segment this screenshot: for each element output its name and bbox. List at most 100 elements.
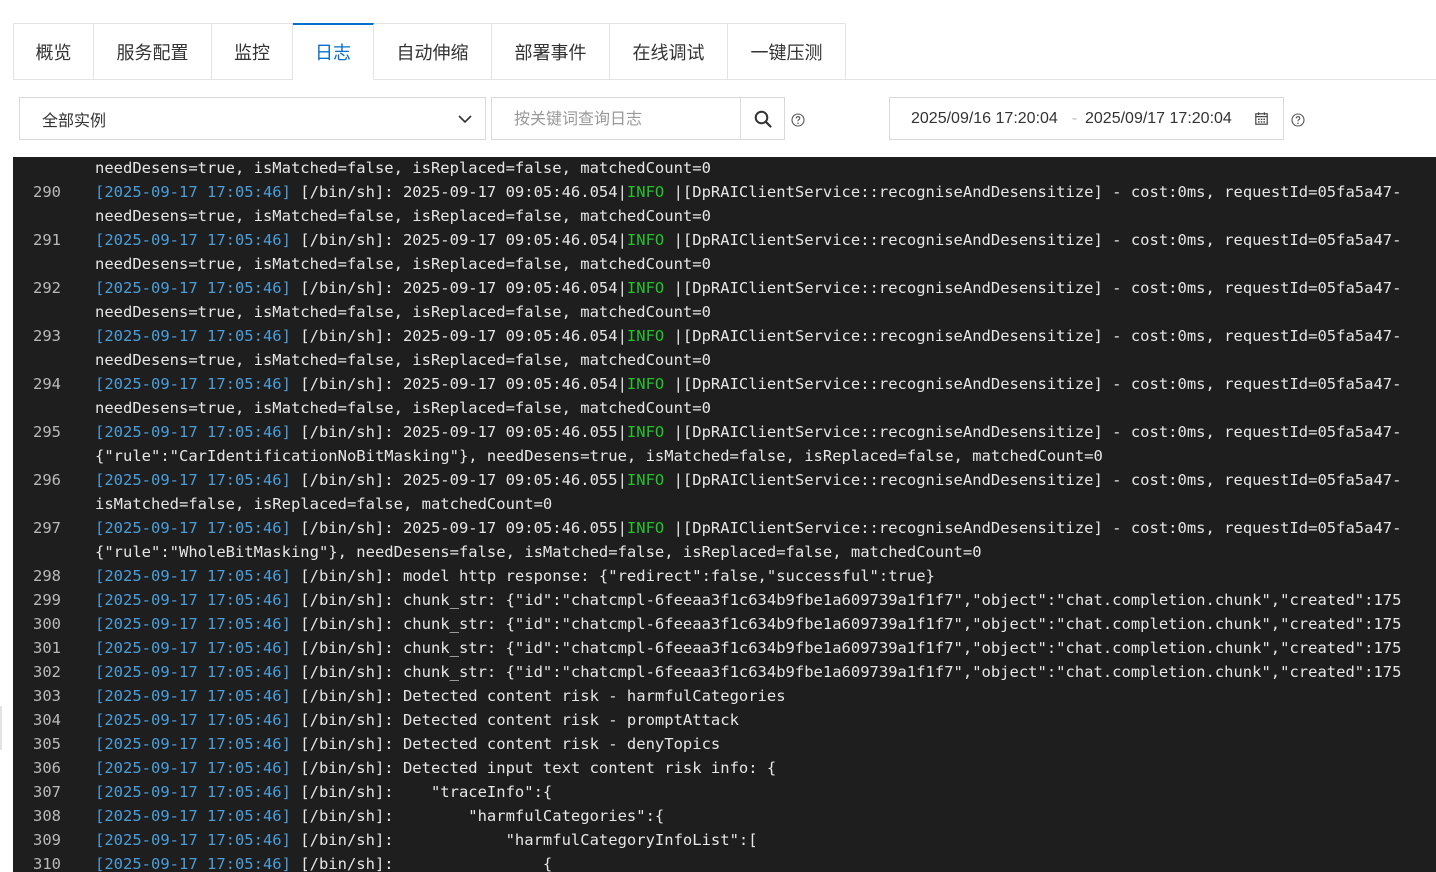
search-icon (754, 110, 772, 128)
date-range-start[interactable]: 2025/09/16 17:20:04 (890, 110, 1064, 128)
line-number: 294 (33, 375, 61, 393)
log-timestamp: [2025-09-17 17:05:46] (95, 183, 291, 201)
help-icon[interactable] (1291, 113, 1305, 127)
log-message: [/bin/sh]: "harmfulCategories":{ (290, 807, 665, 825)
tab-4[interactable]: 自动伸缩 (374, 23, 492, 80)
tab-3[interactable]: 日志 (293, 23, 374, 80)
log-level: INFO (626, 375, 665, 393)
tab-7[interactable]: 一键压测 (728, 23, 846, 80)
line-number: 296 (33, 471, 61, 489)
log-message: [/bin/sh]: chunk_str: {"id":"chatcmpl-6f… (290, 663, 1402, 681)
log-timestamp: [2025-09-17 17:05:46] (95, 663, 291, 681)
log-level: INFO (626, 183, 665, 201)
log-timestamp: [2025-09-17 17:05:46] (95, 279, 291, 297)
calendar-icon[interactable] (1255, 112, 1268, 125)
log-timestamp: [2025-09-17 17:05:46] (95, 687, 291, 705)
log-message: [/bin/sh]: "traceInfo":{ (290, 783, 553, 801)
log-text: [2025-09-17 17:05:46] [/bin/sh]: chunk_s… (95, 660, 1401, 684)
line-number: 293 (33, 327, 61, 345)
instance-select[interactable]: 全部实例 (19, 97, 486, 140)
log-message: [/bin/sh]: 2025-09-17 09:05:46.054| (290, 231, 627, 249)
log-text: [2025-09-17 17:05:46] [/bin/sh]: Detecte… (95, 732, 720, 756)
log-message: |[DpRAIClientService::recogniseAndDesens… (664, 279, 1402, 297)
line-number: 306 (33, 759, 61, 777)
log-message: |[DpRAIClientService::recogniseAndDesens… (664, 423, 1402, 441)
tab-6[interactable]: 在线调试 (610, 23, 728, 80)
log-timestamp: [2025-09-17 17:05:46] (95, 471, 291, 489)
log-level: INFO (626, 519, 665, 537)
line-number: 308 (33, 807, 61, 825)
log-message: [/bin/sh]: chunk_str: {"id":"chatcmpl-6f… (290, 591, 1402, 609)
tab-label: 在线调试 (632, 42, 705, 64)
log-text: [2025-09-17 17:05:46] [/bin/sh]: 2025-09… (95, 180, 1401, 204)
scroll-edge (0, 706, 2, 750)
line-number: 297 (33, 519, 61, 537)
line-number: 301 (33, 639, 61, 657)
log-message: needDesens=true, isMatched=false, isRepl… (95, 255, 711, 273)
log-timestamp: [2025-09-17 17:05:46] (95, 639, 291, 657)
log-message: [/bin/sh]: Detected input text content r… (290, 759, 777, 777)
log-text: [2025-09-17 17:05:46] [/bin/sh]: 2025-09… (95, 468, 1401, 492)
log-text: [2025-09-17 17:05:46] [/bin/sh]: 2025-09… (95, 324, 1401, 348)
tab-0[interactable]: 概览 (13, 23, 94, 80)
search-button[interactable] (740, 98, 784, 139)
log-message: [/bin/sh]: Detected content risk - denyT… (290, 735, 721, 753)
log-message: [/bin/sh]: chunk_str: {"id":"chatcmpl-6f… (290, 639, 1402, 657)
log-message: [/bin/sh]: model http response: {"redire… (290, 567, 935, 585)
log-level: INFO (626, 279, 665, 297)
log-message: |[DpRAIClientService::recogniseAndDesens… (664, 231, 1402, 249)
log-level: INFO (626, 231, 665, 249)
log-level: INFO (626, 423, 665, 441)
log-timestamp: [2025-09-17 17:05:46] (95, 231, 291, 249)
log-message: needDesens=true, isMatched=false, isRepl… (95, 351, 711, 369)
log-timestamp: [2025-09-17 17:05:46] (95, 423, 291, 441)
line-number: 298 (33, 567, 61, 585)
log-message: isMatched=false, isReplaced=false, match… (95, 495, 553, 513)
tab-2[interactable]: 监控 (212, 23, 293, 80)
tab-1[interactable]: 服务配置 (94, 23, 212, 80)
line-number: 291 (33, 231, 61, 249)
line-number: 310 (33, 855, 61, 872)
log-message: needDesens=true, isMatched=false, isRepl… (95, 303, 711, 321)
log-text: [2025-09-17 17:05:46] [/bin/sh]: chunk_s… (95, 588, 1401, 612)
log-message: [/bin/sh]: chunk_str: {"id":"chatcmpl-6f… (290, 615, 1402, 633)
tab-5[interactable]: 部署事件 (492, 23, 610, 80)
log-text: [2025-09-17 17:05:46] [/bin/sh]: Detecte… (95, 684, 786, 708)
search-input[interactable] (492, 98, 741, 139)
log-viewer[interactable]: needDesens=true, isMatched=false, isRepl… (13, 157, 1436, 872)
log-level: INFO (626, 471, 665, 489)
log-text: {"rule":"WholeBitMasking"}, needDesens=f… (95, 540, 982, 564)
log-message: [/bin/sh]: 2025-09-17 09:05:46.054| (290, 183, 627, 201)
log-search (491, 97, 785, 140)
log-timestamp: [2025-09-17 17:05:46] (95, 735, 291, 753)
log-timestamp: [2025-09-17 17:05:46] (95, 711, 291, 729)
log-text: needDesens=true, isMatched=false, isRepl… (95, 204, 711, 228)
line-number: 299 (33, 591, 61, 609)
log-message: [/bin/sh]: 2025-09-17 09:05:46.054| (290, 279, 627, 297)
log-timestamp: [2025-09-17 17:05:46] (95, 855, 291, 872)
log-text: [2025-09-17 17:05:46] [/bin/sh]: 2025-09… (95, 516, 1401, 540)
log-timestamp: [2025-09-17 17:05:46] (95, 375, 291, 393)
date-range-picker[interactable]: 2025/09/16 17:20:04 - 2025/09/17 17:20:0… (889, 97, 1284, 140)
log-text: [2025-09-17 17:05:46] [/bin/sh]: 2025-09… (95, 372, 1401, 396)
log-text: isMatched=false, isReplaced=false, match… (95, 492, 552, 516)
log-message: |[DpRAIClientService::recogniseAndDesens… (664, 519, 1402, 537)
log-text: [2025-09-17 17:05:46] [/bin/sh]: Detecte… (95, 708, 739, 732)
log-message: [/bin/sh]: 2025-09-17 09:05:46.055| (290, 519, 627, 537)
log-message: |[DpRAIClientService::recogniseAndDesens… (664, 471, 1402, 489)
log-text: needDesens=true, isMatched=false, isRepl… (95, 300, 711, 324)
log-timestamp: [2025-09-17 17:05:46] (95, 567, 291, 585)
log-text: [2025-09-17 17:05:46] [/bin/sh]: Detecte… (95, 756, 776, 780)
log-timestamp: [2025-09-17 17:05:46] (95, 615, 291, 633)
log-text: needDesens=true, isMatched=false, isRepl… (95, 157, 711, 180)
log-message: [/bin/sh]: 2025-09-17 09:05:46.055| (290, 423, 627, 441)
log-timestamp: [2025-09-17 17:05:46] (95, 591, 291, 609)
log-text: [2025-09-17 17:05:46] [/bin/sh]: chunk_s… (95, 636, 1401, 660)
log-message: {"rule":"CarIdentificationNoBitMasking"}… (95, 447, 1103, 465)
tab-label: 概览 (35, 42, 72, 64)
date-range-end[interactable]: 2025/09/17 17:20:04 (1085, 110, 1232, 128)
line-number: 304 (33, 711, 61, 729)
log-text: [2025-09-17 17:05:46] [/bin/sh]: model h… (95, 564, 935, 588)
date-range-separator: - (1071, 109, 1078, 127)
help-icon[interactable] (791, 113, 805, 127)
